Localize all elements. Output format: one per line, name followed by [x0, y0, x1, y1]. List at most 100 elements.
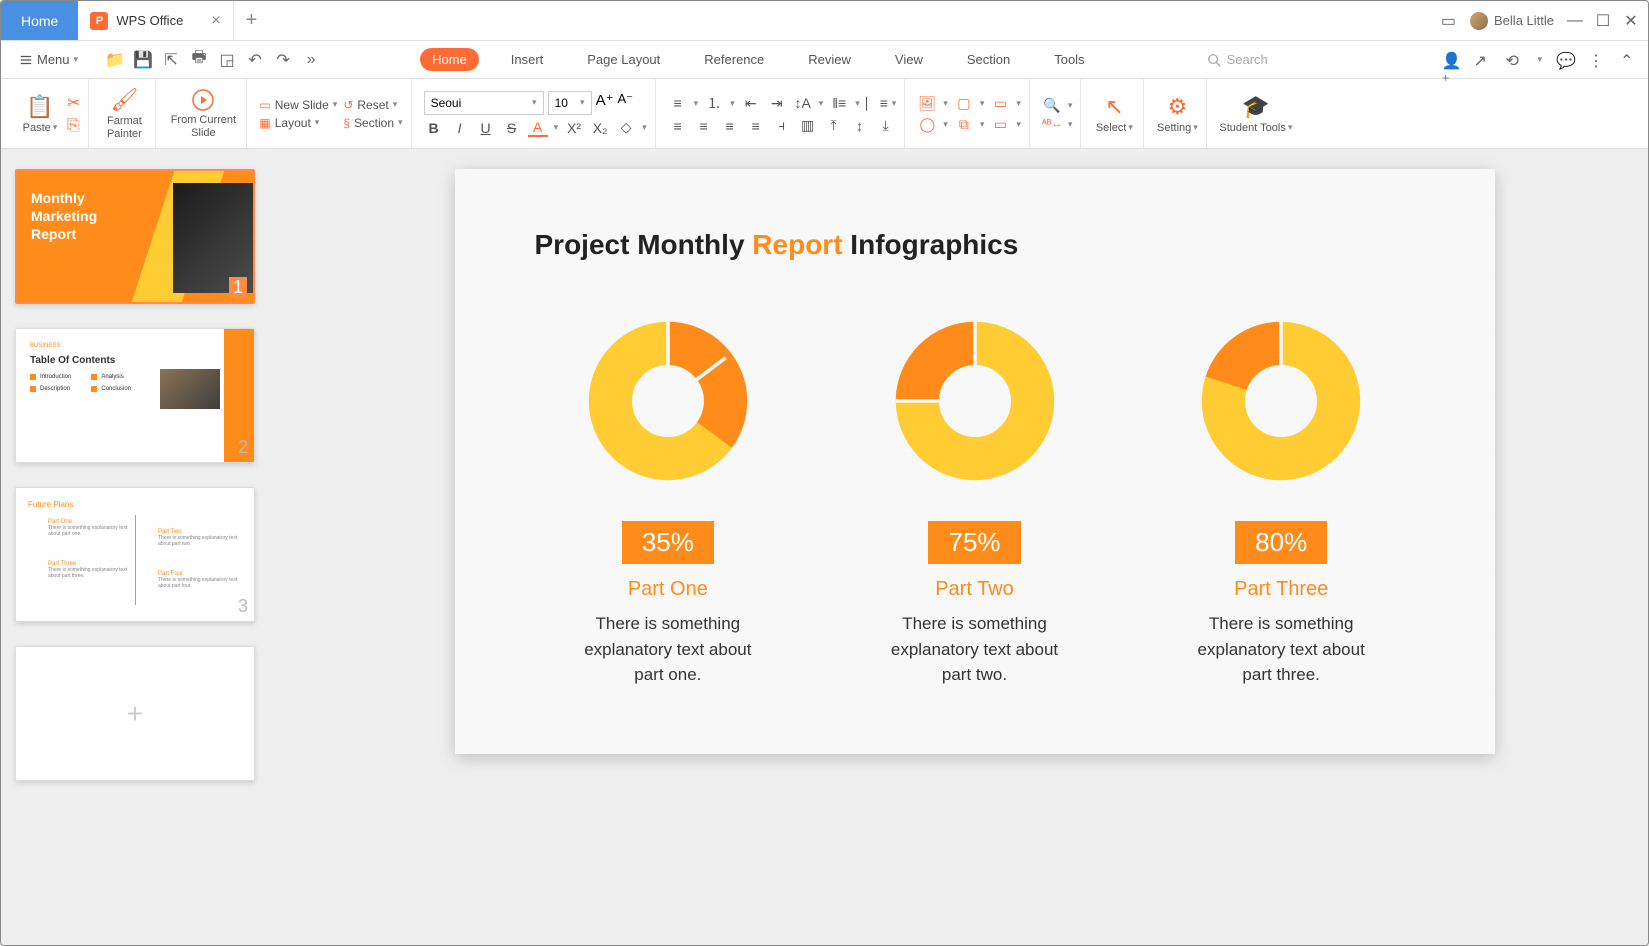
- layout-button[interactable]: ▦Layout▾: [259, 116, 337, 130]
- subscript-icon[interactable]: X₂: [590, 120, 610, 136]
- font-color-icon[interactable]: A: [528, 119, 548, 137]
- feedback-icon[interactable]: 💬: [1556, 51, 1574, 69]
- menubar: Menu ▾ 📁 💾 ⇱ 🖶 ◲ ↶ ↷ » Home Insert Page …: [1, 41, 1648, 79]
- menu-button[interactable]: Menu ▾: [11, 48, 86, 71]
- increase-font-icon[interactable]: A⁺: [596, 91, 614, 115]
- add-tab-button[interactable]: +: [234, 1, 270, 40]
- undo-icon[interactable]: ↶: [246, 51, 264, 69]
- tablet-mode-icon[interactable]: ▭: [1441, 11, 1456, 31]
- text-box-icon[interactable]: ▭: [990, 95, 1010, 112]
- more-qat-icon[interactable]: »: [302, 51, 320, 69]
- new-slide-button[interactable]: ▭New Slide▾: [259, 98, 337, 112]
- align-text-icon[interactable]: ⎸≡: [866, 95, 886, 112]
- numbering-icon[interactable]: ⒈: [704, 93, 724, 113]
- italic-icon[interactable]: I: [450, 120, 470, 136]
- collapse-ribbon-icon[interactable]: ⌃: [1620, 51, 1638, 69]
- graduation-cap-icon: 🎓: [1242, 94, 1269, 120]
- tab-insert[interactable]: Insert: [499, 48, 556, 71]
- decrease-indent-icon[interactable]: ⇤: [741, 95, 761, 112]
- align-right-icon[interactable]: ≡: [720, 118, 740, 134]
- vert-top-icon[interactable]: ⤒: [824, 117, 844, 134]
- distribute-icon[interactable]: ⫞: [772, 117, 792, 134]
- tab-home[interactable]: Home: [420, 48, 479, 71]
- search-input[interactable]: Search: [1207, 52, 1268, 67]
- select-button[interactable]: ↖ Select▾: [1093, 79, 1135, 148]
- arrange-icon[interactable]: ⧉: [954, 116, 974, 133]
- decrease-font-icon[interactable]: A⁻: [618, 91, 634, 115]
- tab-page-layout[interactable]: Page Layout: [575, 48, 672, 71]
- close-window-icon[interactable]: ✕: [1624, 14, 1638, 28]
- tab-reference[interactable]: Reference: [692, 48, 776, 71]
- donut-block-3[interactable]: 80% Part Three There is something explan…: [1148, 311, 1415, 688]
- find-icon[interactable]: 🔍: [1042, 97, 1062, 114]
- format-painter-button[interactable]: 🖌 Farmat Painter: [101, 79, 147, 148]
- avatar-icon: [1470, 12, 1488, 30]
- thumbnail-slide-2[interactable]: BUSINESS Table Of Contents Introduction …: [15, 328, 255, 463]
- replace-icon[interactable]: ᴬᴮ↔: [1042, 118, 1062, 130]
- redo-icon[interactable]: ↷: [274, 51, 292, 69]
- cut-icon[interactable]: ✂: [67, 93, 80, 113]
- vert-mid-icon[interactable]: ↕: [850, 118, 870, 134]
- share-icon[interactable]: ↗: [1473, 51, 1491, 69]
- tab-view[interactable]: View: [883, 48, 935, 71]
- picture-icon[interactable]: 🖼: [917, 95, 937, 112]
- from-current-slide-button[interactable]: From Current Slide: [168, 79, 238, 148]
- more-icon[interactable]: ⋮: [1588, 51, 1606, 69]
- save-icon[interactable]: 💾: [134, 51, 152, 69]
- quick-styles-icon[interactable]: ▭: [990, 116, 1010, 133]
- add-user-icon[interactable]: 👤⁺: [1441, 51, 1459, 69]
- print-preview-icon[interactable]: ◲: [218, 51, 236, 69]
- paste-button[interactable]: 📋 Paste▾: [19, 79, 61, 148]
- donut-block-2[interactable]: 75% Part Two There is something explanat…: [841, 311, 1108, 688]
- font-size-value: 10: [555, 96, 568, 110]
- chevron-down-icon[interactable]: ▾: [1537, 54, 1542, 65]
- student-tools-button[interactable]: 🎓 Student Tools▾: [1219, 79, 1292, 148]
- from-current-label: From Current Slide: [168, 114, 238, 138]
- align-left-icon[interactable]: ≡: [668, 118, 688, 134]
- justify-icon[interactable]: ≡: [746, 118, 766, 134]
- slide-thumbnails[interactable]: Monthly Marketing Report 1 BUSINESS Tabl…: [1, 149, 301, 945]
- setting-button[interactable]: ⚙ Setting▾: [1156, 79, 1198, 148]
- copy-icon[interactable]: ⎘: [67, 117, 80, 135]
- clear-format-icon[interactable]: ◇: [616, 119, 636, 136]
- add-slide-button[interactable]: +: [15, 646, 255, 781]
- columns-icon[interactable]: ▥: [798, 117, 818, 134]
- slide-canvas[interactable]: Project Monthly Report Infographics 35%: [301, 149, 1648, 945]
- vert-bot-icon[interactable]: ⤓: [876, 117, 896, 134]
- menu-label: Menu: [37, 52, 70, 67]
- document-tab[interactable]: P WPS Office ×: [78, 1, 233, 40]
- thumbnail-slide-3[interactable]: Future Plans Part OneThere is something …: [15, 487, 255, 622]
- underline-icon[interactable]: U: [476, 120, 496, 136]
- thumbnail-slide-1[interactable]: Monthly Marketing Report 1: [15, 169, 255, 304]
- home-button[interactable]: Home: [1, 1, 78, 40]
- history-icon[interactable]: ⟲: [1505, 51, 1523, 69]
- thumb2-item: Conclusion: [101, 386, 131, 392]
- strikethrough-icon[interactable]: S: [502, 120, 522, 136]
- section-button[interactable]: §Section▾: [343, 116, 402, 130]
- current-slide[interactable]: Project Monthly Report Infographics 35%: [455, 169, 1495, 754]
- align-center-icon[interactable]: ≡: [694, 118, 714, 134]
- user-menu[interactable]: Bella Little: [1470, 12, 1554, 30]
- shapes-icon[interactable]: ◯: [917, 116, 937, 133]
- export-icon[interactable]: ⇱: [162, 51, 180, 69]
- shapes-fill-icon[interactable]: ▢: [954, 95, 974, 112]
- open-folder-icon[interactable]: 📁: [106, 51, 124, 69]
- bold-icon[interactable]: B: [424, 120, 444, 136]
- slide-title[interactable]: Project Monthly Report Infographics: [535, 229, 1415, 261]
- close-tab-icon[interactable]: ×: [211, 12, 220, 30]
- superscript-icon[interactable]: X²: [564, 120, 584, 136]
- maximize-icon[interactable]: ☐: [1596, 14, 1610, 28]
- tab-review[interactable]: Review: [796, 48, 863, 71]
- text-direction-icon[interactable]: ↕A: [793, 95, 813, 111]
- tab-tools[interactable]: Tools: [1042, 48, 1096, 71]
- font-size-select[interactable]: 10▾: [548, 91, 592, 115]
- line-spacing-icon[interactable]: ‖≡: [829, 95, 849, 111]
- minimize-icon[interactable]: —: [1568, 14, 1582, 28]
- bullets-icon[interactable]: ≡: [668, 95, 688, 111]
- reset-button[interactable]: ↺Reset▾: [343, 98, 402, 112]
- donut-block-1[interactable]: 35% Part One There is something explanat…: [535, 311, 802, 688]
- increase-indent-icon[interactable]: ⇥: [767, 95, 787, 112]
- font-name-select[interactable]: Seoui▾: [424, 91, 544, 115]
- print-icon[interactable]: 🖶: [190, 51, 208, 69]
- tab-section[interactable]: Section: [955, 48, 1022, 71]
